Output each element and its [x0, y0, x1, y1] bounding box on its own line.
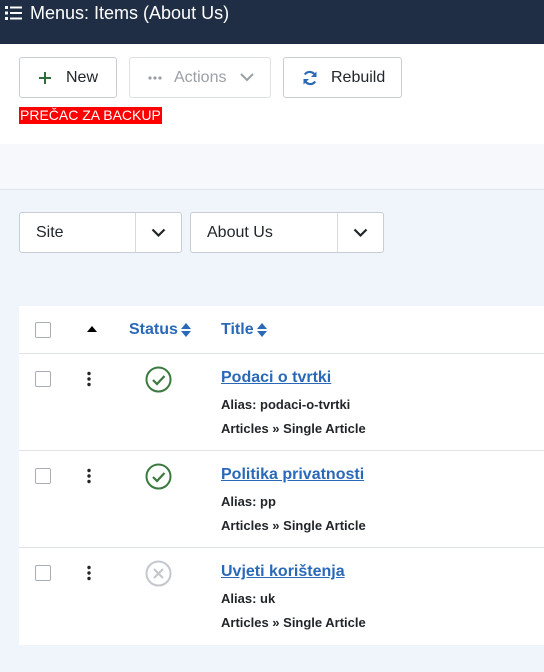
item-type: Articles » Single Article — [221, 518, 366, 533]
item-alias: Alias: pp — [221, 494, 276, 509]
toolbar: New Actions Rebuild — [19, 57, 402, 98]
item-type: Articles » Single Article — [221, 421, 366, 436]
unpublished-x-icon[interactable] — [145, 560, 172, 587]
chevron-down-icon — [151, 228, 166, 237]
rebuild-button[interactable]: Rebuild — [283, 57, 402, 98]
sort-icon — [256, 323, 267, 337]
status-header-label: Status — [129, 321, 178, 338]
list-icon — [5, 6, 22, 20]
ellipsis-icon — [148, 75, 162, 80]
table-row: Politika privatnosti Alias: pp Articles … — [19, 451, 544, 548]
menu-filter-value: About Us — [207, 223, 273, 241]
page-title: Menus: Items (About Us) — [30, 3, 230, 23]
item-title-link[interactable]: Politika privatnosti — [221, 466, 364, 484]
ordering-sort-icon[interactable] — [87, 326, 97, 332]
rebuild-button-label: Rebuild — [331, 68, 386, 86]
table-row: Podaci o tvrtki Alias: podaci-o-tvrtki A… — [19, 354, 544, 451]
chevron-down-icon — [240, 73, 255, 82]
row-checkbox[interactable] — [35, 565, 51, 581]
published-check-icon[interactable] — [145, 366, 172, 393]
backup-shortcut-link[interactable]: PREČAC ZA BACKUP — [19, 107, 162, 124]
client-filter-value: Site — [36, 223, 64, 241]
drag-handle-icon[interactable] — [85, 371, 93, 387]
menu-filter-select[interactable]: About Us — [190, 212, 384, 253]
title-header-label: Title — [221, 321, 254, 338]
actions-button[interactable]: Actions — [129, 57, 271, 98]
actions-button-label: Actions — [174, 68, 227, 86]
new-button-label: New — [66, 68, 99, 86]
plus-icon — [39, 71, 51, 84]
select-all-checkbox[interactable] — [35, 322, 51, 338]
app-header: Menus: Items (About Us) — [0, 0, 544, 44]
chevron-down-icon — [353, 228, 368, 237]
drag-handle-icon[interactable] — [85, 565, 93, 581]
table-row: Uvjeti korištenja Alias: uk Articles » S… — [19, 548, 544, 645]
table-header: Status Title — [19, 306, 544, 354]
title-sort-header[interactable]: Title — [221, 321, 267, 339]
row-checkbox[interactable] — [35, 468, 51, 484]
menu-filter-arrow — [337, 213, 383, 252]
drag-handle-icon[interactable] — [85, 468, 93, 484]
menu-items-table: Status Title Podaci o tvrtki Alias: poda — [19, 306, 544, 645]
item-title-link[interactable]: Podaci o tvrtki — [221, 369, 331, 387]
item-alias: Alias: uk — [221, 591, 276, 606]
client-filter-arrow — [135, 213, 181, 252]
row-checkbox[interactable] — [35, 371, 51, 387]
toolbar-area: New Actions Rebuild PREČAC ZA BACKUP — [0, 44, 544, 144]
toolbar-divider-band — [0, 144, 544, 190]
new-button[interactable]: New — [19, 57, 117, 98]
item-alias: Alias: podaci-o-tvrtki — [221, 397, 351, 412]
status-sort-header[interactable]: Status — [129, 321, 191, 339]
sort-icon — [180, 323, 191, 337]
item-title-link[interactable]: Uvjeti korištenja — [221, 563, 345, 581]
published-check-icon[interactable] — [145, 463, 172, 490]
refresh-icon — [303, 70, 317, 85]
client-filter-select[interactable]: Site — [19, 212, 182, 253]
item-type: Articles » Single Article — [221, 615, 366, 630]
